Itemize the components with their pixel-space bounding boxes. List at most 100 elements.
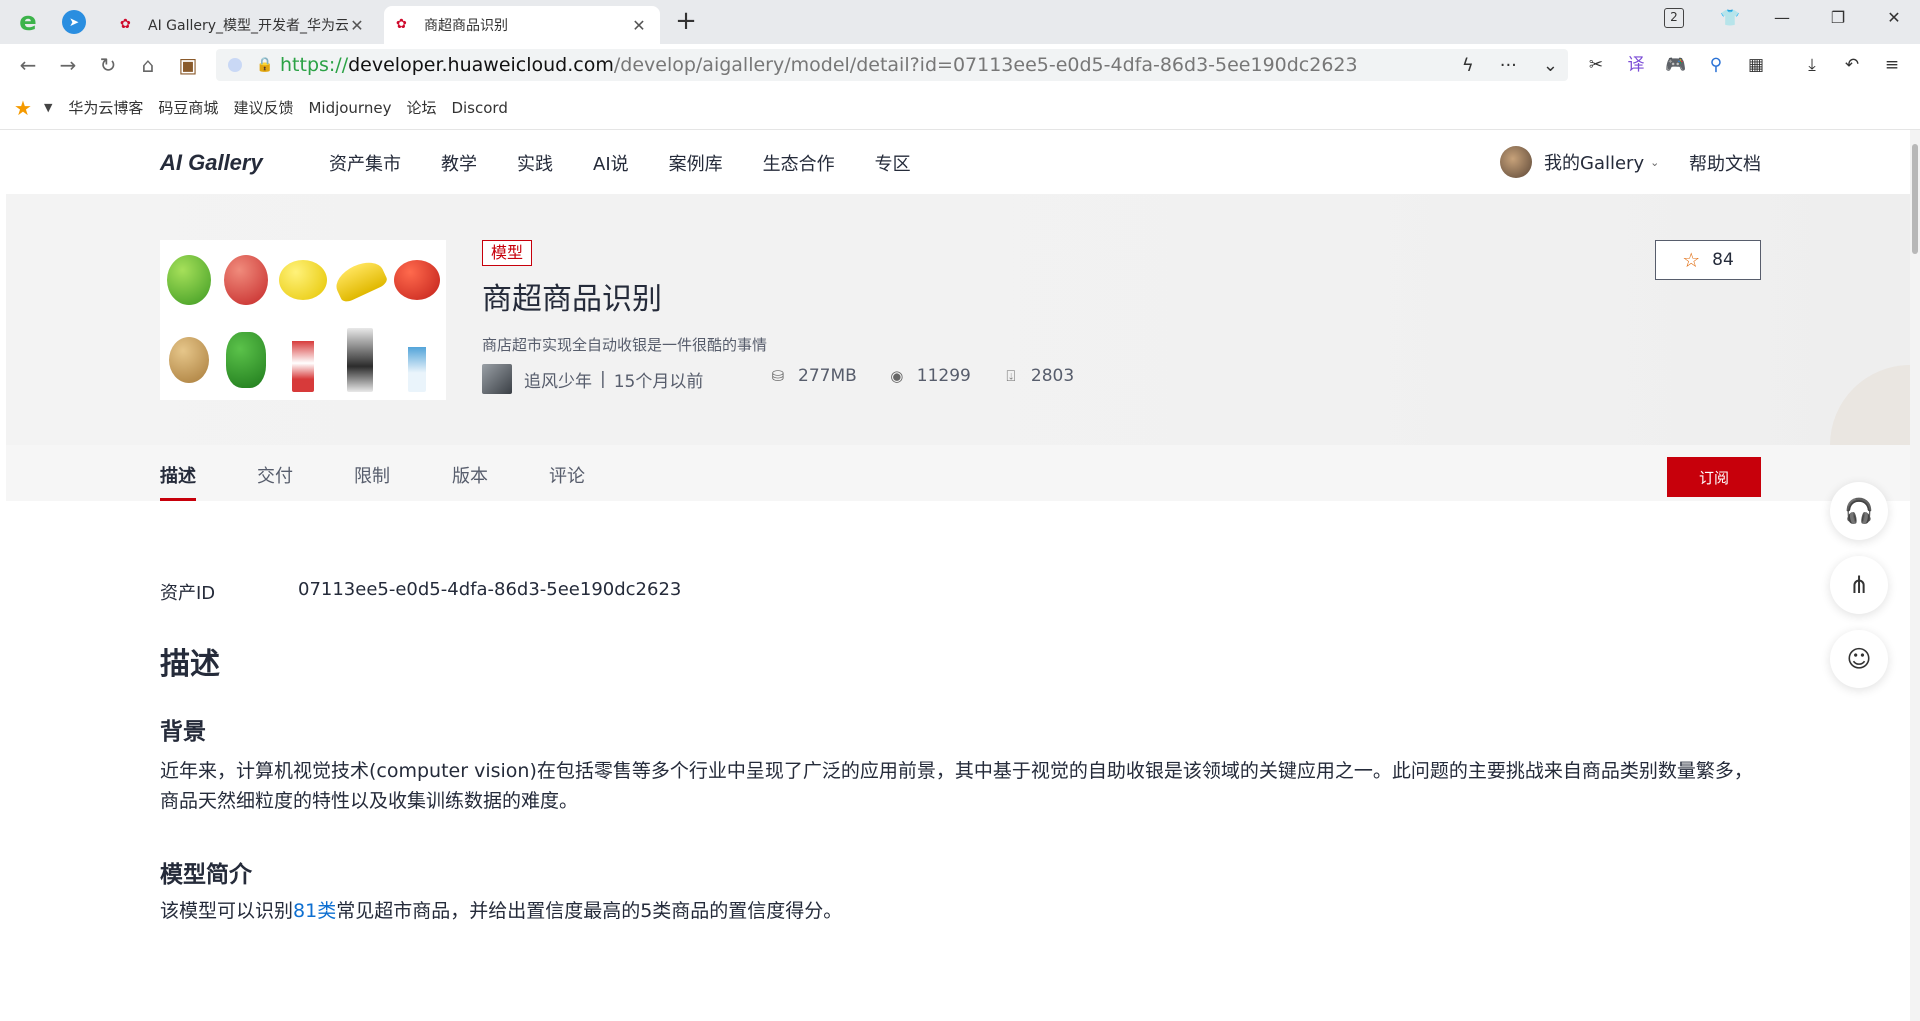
new-tab-button[interactable]: +	[672, 8, 700, 36]
tab-title: 商超商品识别	[424, 18, 508, 34]
caret-down-icon[interactable]: ▼	[44, 101, 52, 114]
tab-title: AI Gallery_模型_开发者_华为云	[148, 18, 348, 34]
minimize-button[interactable]: —	[1764, 4, 1800, 32]
tab-description[interactable]: 描述	[160, 462, 196, 501]
share-icon[interactable]: ⋔	[1830, 556, 1888, 614]
skin-shirt-icon[interactable]: 👕	[1712, 4, 1748, 32]
translate-icon[interactable]: 译	[1622, 52, 1650, 78]
menu-icon[interactable]: ≡	[1878, 52, 1906, 78]
pepper-image	[225, 332, 266, 388]
close-icon[interactable]: ✕	[348, 16, 366, 35]
tab-count-icon[interactable]: 2	[1664, 8, 1684, 28]
menu-item[interactable]: 专区	[875, 150, 911, 176]
close-icon[interactable]: ✕	[630, 16, 648, 35]
url-text: https://developer.huaweicloud.com/develo…	[280, 54, 1358, 76]
undo-icon[interactable]: ↶	[1838, 52, 1866, 78]
address-toolbar: ← → ↻ ⌂ ▣ 🔒 https://developer.huaweiclou…	[0, 44, 1920, 86]
background-paragraph: 近年来，计算机视觉技术(computer vision)在包括零售等多个行业中呈…	[160, 760, 1753, 812]
search-icon[interactable]: ⚲	[1702, 52, 1730, 78]
scrollbar-thumb[interactable]	[1912, 144, 1918, 254]
browser-tab-ai-gallery[interactable]: ✿ AI Gallery_模型_开发者_华为云 ✕	[108, 6, 378, 44]
restore-button[interactable]: ❐	[1820, 4, 1856, 32]
apps-grid-icon[interactable]: ▦	[1742, 52, 1770, 78]
menu-item[interactable]: 案例库	[669, 150, 723, 176]
author-avatar[interactable]	[482, 364, 512, 394]
chevron-down-icon[interactable]: ⌄	[1543, 55, 1558, 76]
red-apple-image	[223, 255, 268, 305]
publish-time: 15个月以前	[613, 371, 704, 392]
headset-support-icon[interactable]: 🎧	[1830, 482, 1888, 540]
section-heading-intro: 模型简介	[160, 862, 252, 888]
downloads-stat: ⍗ 2803	[1001, 366, 1074, 386]
huawei-logo-icon: ✿	[120, 17, 131, 32]
separator: |	[600, 369, 606, 389]
star-bookmark-icon[interactable]: ★	[14, 96, 32, 120]
tab-comments[interactable]: 评论	[549, 462, 585, 488]
banana-image	[331, 255, 390, 305]
more-icon[interactable]: ···	[1500, 55, 1517, 76]
tab-limits[interactable]: 限制	[354, 462, 390, 488]
oat-milk-carton-image	[347, 328, 374, 392]
subscribe-button[interactable]: 订阅	[1667, 457, 1761, 497]
asset-id-row: 资产ID 07113ee5-e0d5-4dfa-86d3-5ee190dc262…	[160, 579, 681, 605]
forward-button[interactable]: →	[52, 50, 84, 80]
bookmark-item[interactable]: 华为云博客	[68, 97, 143, 118]
size-stat: ⛁ 277MB	[768, 366, 857, 386]
asset-stats: ⛁ 277MB ◉ 11299 ⍗ 2803	[768, 366, 1104, 386]
my-gallery-menu[interactable]: 我的Gallery ⌄	[1500, 146, 1659, 178]
asset-id-value: 07113ee5-e0d5-4dfa-86d3-5ee190dc2623	[298, 579, 682, 600]
section-heading-background: 背景	[160, 719, 206, 745]
author-name[interactable]: 追风少年	[524, 367, 592, 392]
telegram-icon[interactable]: ➤	[62, 10, 86, 34]
bookmark-item[interactable]: 建议反馈	[233, 97, 293, 118]
bookmark-item[interactable]: Discord	[451, 99, 507, 117]
downloads-value: 2803	[1030, 366, 1075, 386]
browser-logo-icon[interactable]: e	[12, 6, 44, 38]
database-icon: ⛁	[771, 367, 785, 385]
huawei-logo-icon: ✿	[396, 17, 407, 32]
onion-image	[168, 337, 209, 383]
site-info-icon[interactable]	[228, 58, 242, 72]
feedback-smile-icon[interactable]: ☺	[1830, 630, 1888, 688]
site-header: AI Gallery 资产集市 教学 实践 AI说 案例库 生态合作 专区 我的…	[6, 130, 1910, 194]
menu-item[interactable]: 资产集市	[329, 150, 401, 176]
home-button[interactable]: ⌂	[132, 50, 164, 80]
menu-item[interactable]: 生态合作	[763, 150, 835, 176]
menu-item[interactable]: 教学	[441, 150, 477, 176]
star-outline-icon: ☆	[1682, 248, 1701, 272]
browser-tab-current[interactable]: ✿ 商超商品识别 ✕	[384, 6, 660, 44]
star-count: 84	[1712, 250, 1734, 270]
avatar[interactable]	[1500, 146, 1532, 178]
gamepad-icon[interactable]: 🎮	[1662, 52, 1690, 78]
bookmarks-bar: ★ ▼ 华为云博客 码豆商城 建议反馈 Midjourney 论坛 Discor…	[0, 86, 1920, 130]
star-button[interactable]: ☆ 84	[1655, 240, 1761, 280]
tab-delivery[interactable]: 交付	[257, 462, 293, 488]
download-icon[interactable]: ⤓	[1798, 52, 1826, 78]
scissors-icon[interactable]: ✂	[1582, 52, 1610, 78]
briefcase-icon[interactable]: ▣	[172, 50, 204, 80]
lightning-icon[interactable]: ϟ	[1462, 55, 1474, 76]
author-info: 追风少年 | 15个月以前	[482, 364, 703, 394]
help-docs-link[interactable]: 帮助文档	[1689, 150, 1761, 176]
asset-title: 商超商品识别	[482, 282, 662, 317]
asset-cover-image	[160, 240, 446, 400]
categories-link[interactable]: 81类	[293, 900, 336, 922]
bookmark-item[interactable]: 码豆商城	[158, 97, 218, 118]
page-scrollbar[interactable]	[1910, 130, 1920, 1021]
lock-icon: 🔒	[256, 57, 274, 73]
tomato-image	[394, 260, 441, 300]
site-brand[interactable]: AI Gallery	[160, 150, 263, 176]
chevron-down-icon: ⌄	[1650, 155, 1660, 169]
reload-button[interactable]: ↻	[92, 50, 124, 80]
menu-item[interactable]: AI说	[593, 150, 629, 176]
close-window-button[interactable]: ✕	[1876, 4, 1912, 32]
bookmark-item[interactable]: 论坛	[406, 97, 436, 118]
menu-item[interactable]: 实践	[517, 150, 553, 176]
asset-type-tag: 模型	[482, 240, 533, 266]
bookmark-item[interactable]: Midjourney	[308, 99, 391, 117]
asset-hero: 模型 商超商品识别 商店超市实现全自动收银是一件很酷的事情 追风少年 | 15个…	[6, 194, 1910, 445]
tab-versions[interactable]: 版本	[452, 462, 488, 488]
views-value: 11299	[916, 366, 971, 386]
back-button[interactable]: ←	[12, 50, 44, 80]
url-input[interactable]: 🔒 https://developer.huaweicloud.com/deve…	[216, 49, 1568, 81]
